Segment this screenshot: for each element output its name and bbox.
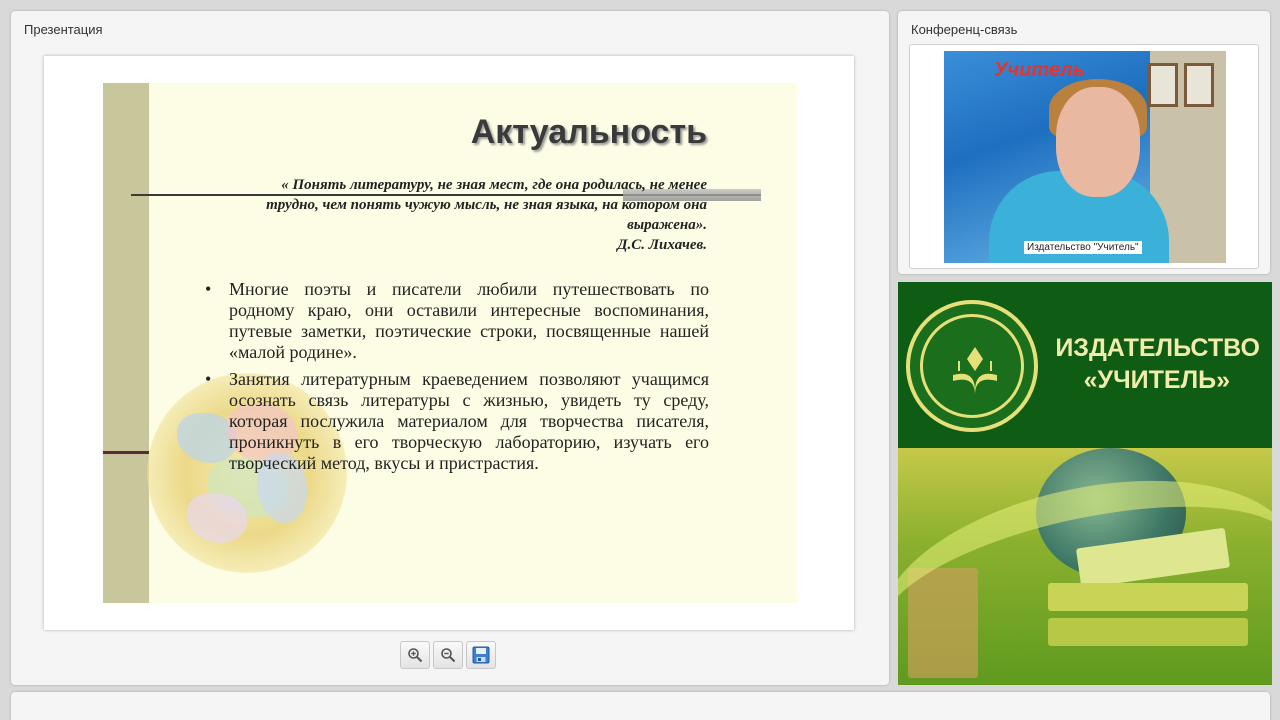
presentation-toolbar [400,641,496,671]
save-icon [472,646,490,664]
presentation-panel-title: Презентация [24,22,103,37]
slide-decor-stripe [103,83,149,603]
slide-bullet-list: • Многие поэты и писатели любили путешес… [205,279,709,480]
video-wall-frames [1148,53,1218,113]
publisher-name-line1: ИЗДАТЕЛЬСТВО [1055,334,1260,362]
video-frame: Учитель Издательство "Учитель" [909,44,1259,269]
slide-quote: « Понять литературу, не зная мест, где о… [237,175,707,255]
slide-quote-text: « Понять литературу, не зная мест, где о… [266,177,707,233]
video-banner-text: Учитель [994,59,1085,81]
book-logo-icon [953,347,997,395]
presentation-panel: Презентация Актуальность « Понять литера… [11,11,889,685]
publisher-logo [906,300,1038,432]
slide-heading: Актуальность [470,113,707,151]
slide-bullet-text: Занятия литературным краеведением позвол… [229,369,709,473]
zoom-out-button[interactable] [433,641,463,669]
save-button[interactable] [466,641,496,669]
slide-viewer[interactable]: Актуальность « Понять литературу, не зна… [44,56,854,630]
publisher-name-line2: «УЧИТЕЛЬ» [1083,366,1230,394]
publisher-logo-ring [920,314,1024,418]
slide-decor-line-left [103,451,149,454]
bullet-icon: • [205,279,212,299]
slide-bullet-item: • Многие поэты и писатели любили путешес… [205,279,709,363]
zoom-in-icon [408,648,423,663]
publisher-banner: ИЗДАТЕЛЬСТВО «УЧИТЕЛЬ» [898,282,1272,685]
slide-bullet-item: • Занятия литературным краеведением позв… [205,369,709,474]
zoom-out-icon [441,648,456,663]
conference-panel: Конференц-связь Учитель Издательство "Уч… [898,11,1270,274]
bullet-icon: • [205,369,212,389]
zoom-in-button[interactable] [400,641,430,669]
video-caption: Издательство "Учитель" [1024,241,1142,254]
slide-bullet-text: Многие поэты и писатели любили путешеств… [229,279,709,362]
books-globe-photo [898,446,1272,685]
publisher-banner-header: ИЗДАТЕЛЬСТВО «УЧИТЕЛЬ» [898,282,1272,448]
bottom-panel [11,692,1270,720]
webcam-video[interactable]: Учитель Издательство "Учитель" [944,51,1226,263]
slide: Актуальность « Понять литературу, не зна… [103,83,797,603]
slide-quote-author: Д.С. Лихачев. [617,237,707,253]
conference-panel-title: Конференц-связь [911,22,1018,37]
speaker-face [1056,87,1140,197]
